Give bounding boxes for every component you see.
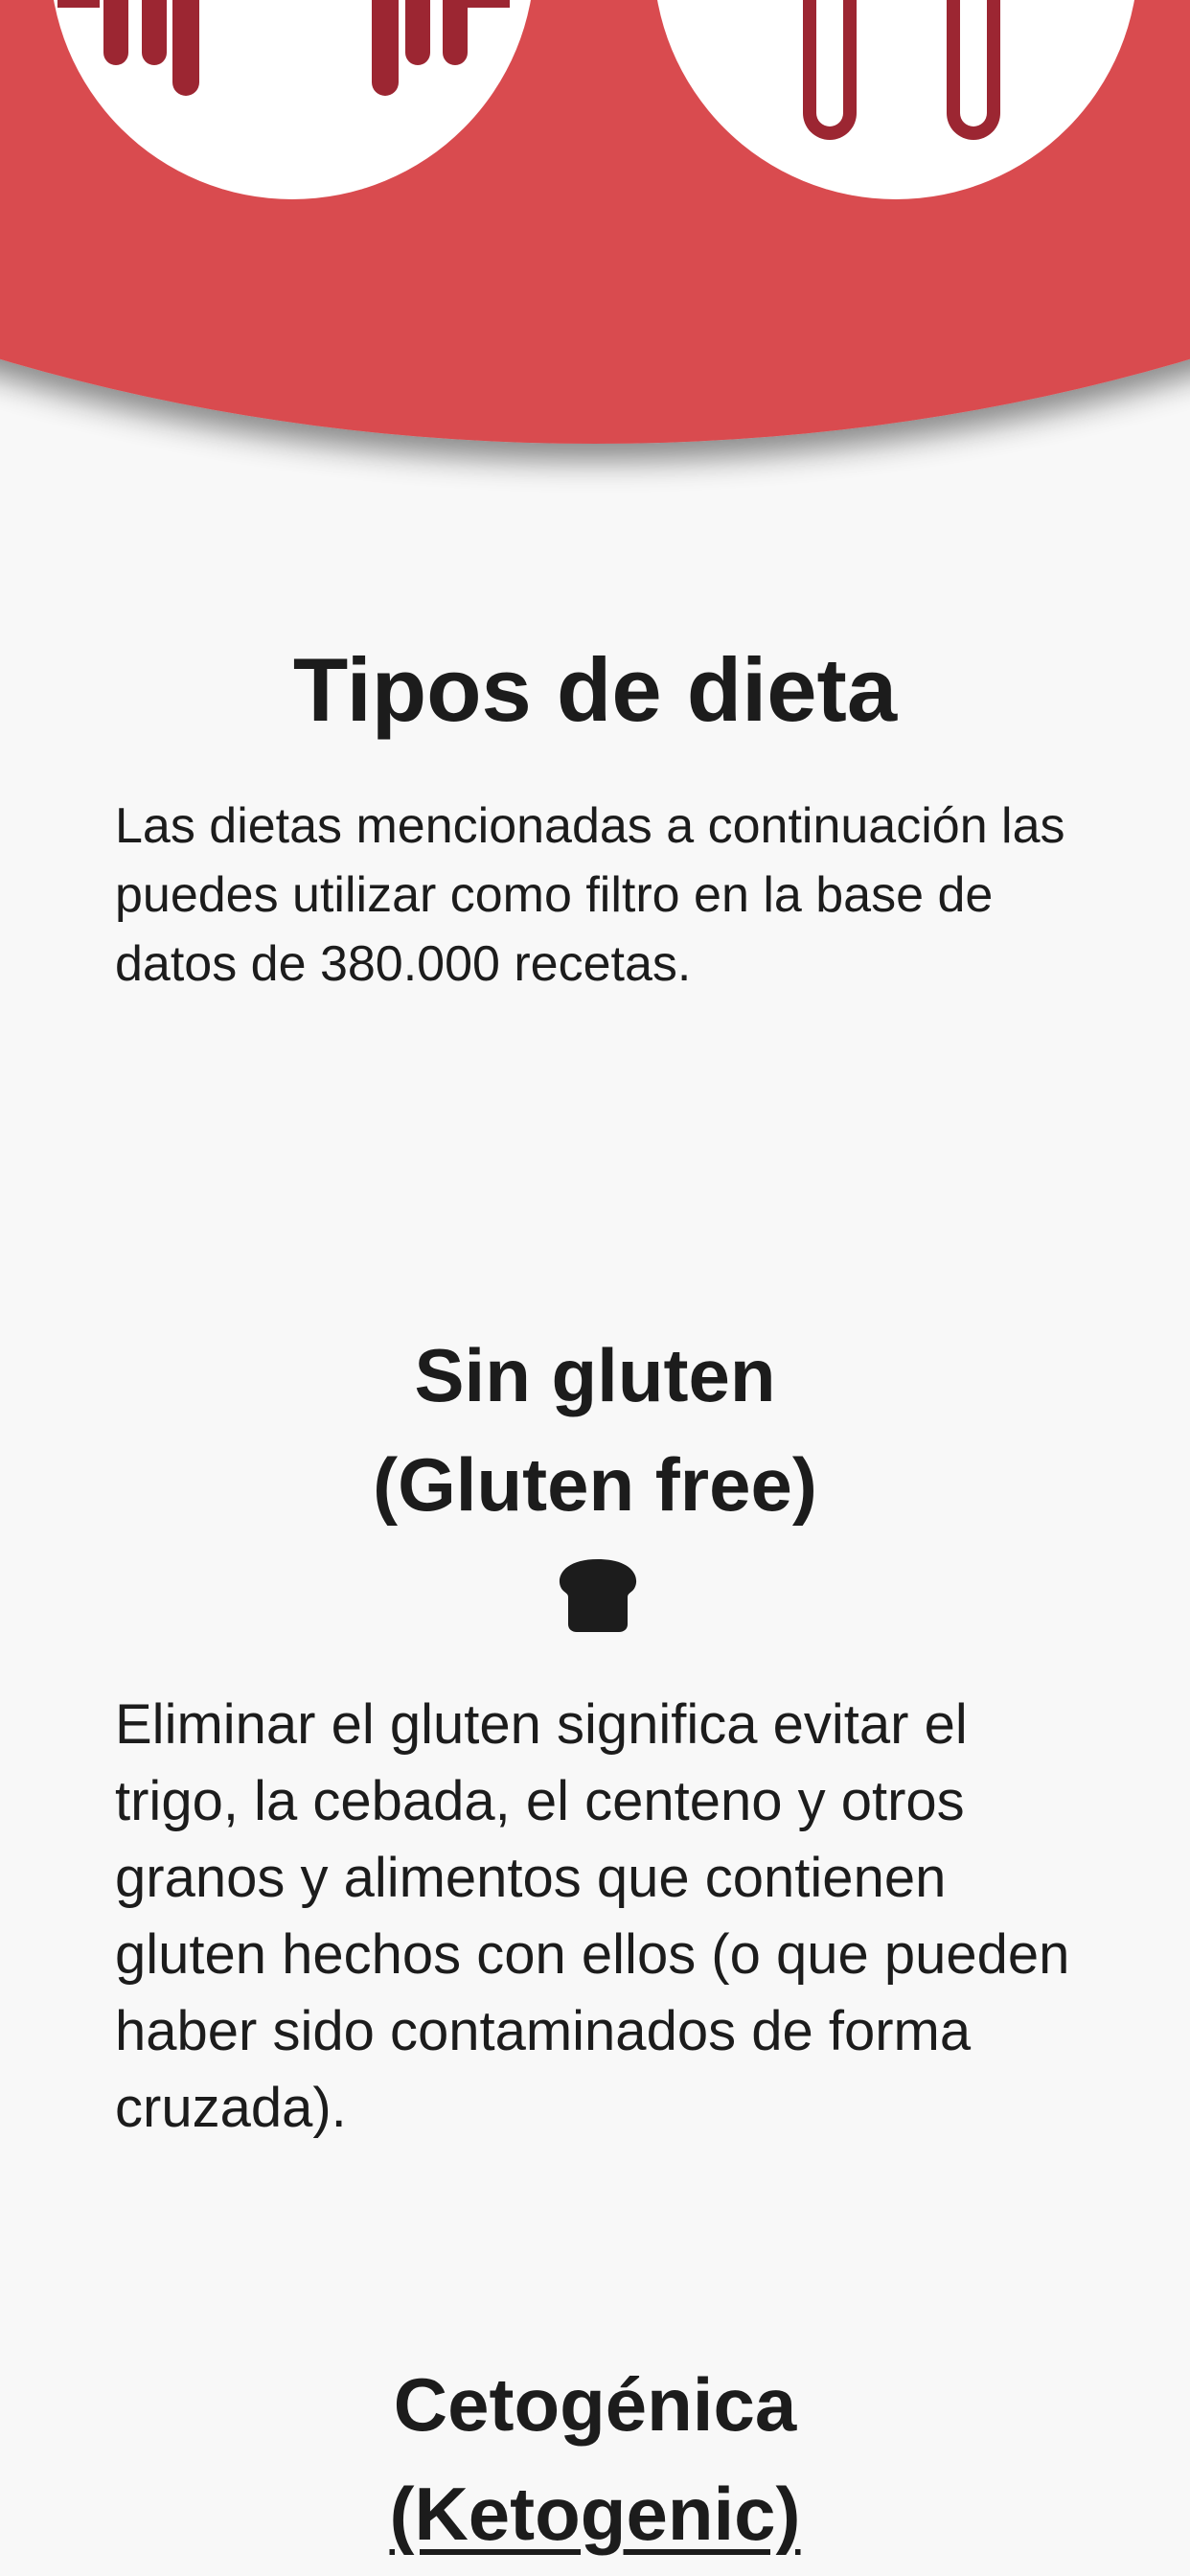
section-title-line1: Cetogénica xyxy=(393,2362,797,2447)
section-title-line2: (Ketogenic) xyxy=(389,2472,801,2556)
section-title-ketogenic: Cetogénica (Ketogenic) xyxy=(0,2350,1190,2568)
header-banner xyxy=(0,0,1190,537)
section-title-gluten-free: Sin gluten (Gluten free) xyxy=(0,1321,1190,1539)
intro-text: Las dietas mencionadas a continuación la… xyxy=(115,798,1065,992)
header-graphic xyxy=(0,0,1190,444)
gluten-free-description: Eliminar el gluten significa evitar el t… xyxy=(115,1693,1070,2139)
bread-icon xyxy=(559,1559,637,1632)
page-title: Tipos de dieta xyxy=(292,639,898,740)
section-title-line2: (Gluten free) xyxy=(373,1442,817,1527)
section-title-line1: Sin gluten xyxy=(414,1333,776,1417)
